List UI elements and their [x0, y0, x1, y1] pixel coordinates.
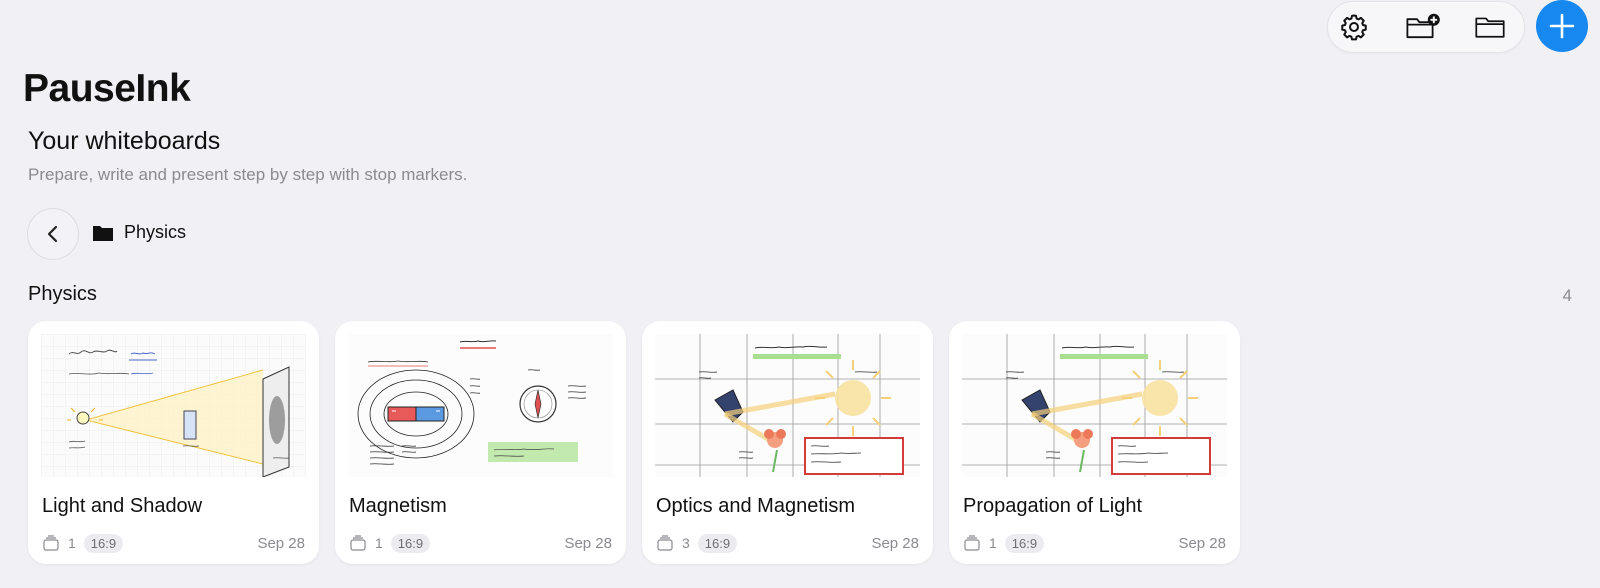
whiteboard-thumbnail — [41, 334, 306, 477]
folder-icon — [1475, 17, 1505, 38]
aspect-ratio-badge: 16:9 — [83, 533, 124, 553]
whiteboard-card[interactable]: Optics and Magnetism 3 16:9 Sep 28 — [642, 321, 933, 564]
new-folder-button[interactable] — [1398, 2, 1448, 52]
page-subtitle: Prepare, write and present step by step … — [28, 165, 468, 184]
whiteboard-thumbnail — [348, 334, 613, 477]
gear-icon — [1341, 14, 1367, 41]
whiteboard-card[interactable]: Propagation of Light 1 16:9 Sep 28 — [949, 321, 1240, 564]
breadcrumb-folder-label: Physics — [124, 222, 187, 242]
back-button[interactable] — [27, 208, 79, 260]
folder-add-icon — [1406, 13, 1440, 39]
pages-icon — [43, 535, 59, 551]
page-count: 1 — [375, 535, 383, 551]
app-title: PauseInk — [23, 67, 191, 110]
whiteboard-title: Light and Shadow — [42, 495, 203, 517]
page-count: 1 — [68, 535, 76, 551]
modified-date: Sep 28 — [564, 534, 612, 552]
whiteboard-card[interactable]: Magnetism 1 16:9 Sep 28 — [335, 321, 626, 564]
settings-button[interactable] — [1329, 2, 1379, 52]
add-whiteboard-button[interactable] — [1536, 0, 1588, 52]
aspect-ratio-badge: 16:9 — [697, 533, 738, 553]
pages-icon — [964, 535, 980, 551]
modified-date: Sep 28 — [1178, 534, 1226, 552]
group-count: 4 — [1562, 286, 1572, 305]
whiteboard-meta: 1 16:9 Sep 28 — [349, 533, 612, 553]
breadcrumb[interactable]: Physics — [92, 222, 186, 243]
page-title: Your whiteboards — [28, 127, 221, 155]
toolbar — [1327, 1, 1525, 53]
whiteboard-meta: 3 16:9 Sep 28 — [656, 533, 919, 553]
aspect-ratio-badge: 16:9 — [390, 533, 431, 553]
plus-icon — [1549, 13, 1575, 39]
whiteboard-thumbnail — [655, 334, 920, 477]
page-count: 1 — [989, 535, 997, 551]
whiteboard-meta: 1 16:9 Sep 28 — [42, 533, 305, 553]
group-title: Physics — [28, 283, 97, 305]
whiteboard-title: Propagation of Light — [963, 495, 1143, 517]
page-count: 3 — [682, 535, 690, 551]
whiteboard-title: Magnetism — [349, 495, 447, 517]
whiteboard-thumbnail — [962, 334, 1227, 477]
modified-date: Sep 28 — [871, 534, 919, 552]
folder-filled-icon — [93, 225, 113, 241]
folders-button[interactable] — [1465, 2, 1515, 52]
whiteboard-title: Optics and Magnetism — [656, 495, 855, 517]
whiteboard-card[interactable]: Light and Shadow 1 16:9 Sep 28 — [28, 321, 319, 564]
pages-icon — [657, 535, 673, 551]
whiteboard-meta: 1 16:9 Sep 28 — [963, 533, 1226, 553]
chevron-left-icon — [47, 225, 58, 243]
modified-date: Sep 28 — [257, 534, 305, 552]
pages-icon — [350, 535, 366, 551]
aspect-ratio-badge: 16:9 — [1004, 533, 1045, 553]
